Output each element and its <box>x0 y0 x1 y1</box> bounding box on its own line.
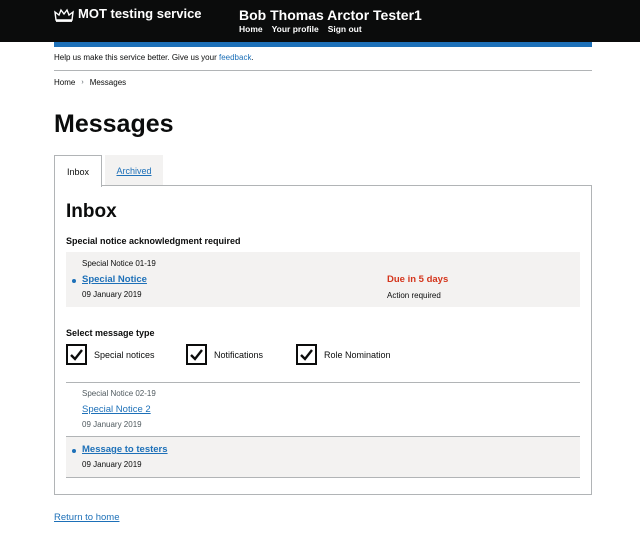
filter-label: Special notices <box>94 349 155 360</box>
divider <box>66 382 580 383</box>
select-message-type-label: Select message type <box>66 328 155 338</box>
message-link[interactable]: Special Notice 2 <box>82 404 151 415</box>
filter-label: Notifications <box>214 349 264 360</box>
header-nav: Home Your profile Sign out <box>239 24 362 34</box>
due-status: Due in 5 days <box>387 274 449 285</box>
filter-notifications[interactable]: Notifications <box>186 344 263 365</box>
checkbox-notifications[interactable] <box>186 344 207 365</box>
message-link[interactable]: Message to testers <box>82 444 168 455</box>
divider <box>54 70 592 71</box>
nav-sign-out-link[interactable]: Sign out <box>328 24 362 34</box>
breadcrumb-current: Messages <box>89 78 127 87</box>
checkmark-icon <box>190 349 203 361</box>
tab-inbox[interactable]: Inbox <box>54 155 102 187</box>
user-name: Bob Thomas Arctor Tester1 <box>239 7 422 23</box>
nav-your-profile-link[interactable]: Your profile <box>272 24 319 34</box>
feedback-link[interactable]: feedback <box>219 53 251 62</box>
site-header: MOT testing service Bob Thomas Arctor Te… <box>0 0 640 42</box>
ack-notice-date: 09 January 2019 <box>82 290 142 299</box>
message-row <box>66 437 580 477</box>
inbox-heading: Inbox <box>66 201 117 222</box>
service-name-link[interactable]: MOT testing service <box>78 6 202 21</box>
return-to-home-link[interactable]: Return to home <box>54 512 119 523</box>
feedback-banner: Help us make this service better. Give u… <box>54 53 254 62</box>
filter-label: Role Nomination <box>324 349 391 360</box>
divider <box>66 477 580 478</box>
checkbox-role-nomination[interactable] <box>296 344 317 365</box>
feedback-suffix: . <box>251 53 254 62</box>
checkmark-icon <box>70 349 83 361</box>
breadcrumb-home-link[interactable]: Home <box>54 78 75 87</box>
filter-role-nomination[interactable]: Role Nomination <box>296 344 391 365</box>
unread-dot-icon <box>72 279 76 283</box>
ack-notice-link[interactable]: Special Notice <box>82 274 147 285</box>
filter-special-notices[interactable]: Special notices <box>66 344 155 365</box>
checkbox-special-notices[interactable] <box>66 344 87 365</box>
ack-required-label: Special notice acknowledgment required <box>66 236 241 246</box>
crown-icon <box>54 8 74 22</box>
nav-home-link[interactable]: Home <box>239 24 263 34</box>
checkmark-icon <box>300 349 313 361</box>
message-reference: Special Notice 02-19 <box>82 389 156 398</box>
message-date: 09 January 2019 <box>82 460 142 469</box>
breadcrumb: Home › Messages <box>54 78 126 87</box>
action-required-text: Action required <box>387 291 441 300</box>
page-title: Messages <box>54 110 174 138</box>
ack-notice-reference: Special Notice 01-19 <box>82 259 156 268</box>
message-date: 09 January 2019 <box>82 420 142 429</box>
tab-archived[interactable]: Archived <box>105 155 163 186</box>
header-accent-bar <box>54 42 592 47</box>
feedback-text: Help us make this service better. Give u… <box>54 53 217 62</box>
chevron-right-icon: › <box>81 79 84 86</box>
unread-dot-icon <box>72 449 76 453</box>
